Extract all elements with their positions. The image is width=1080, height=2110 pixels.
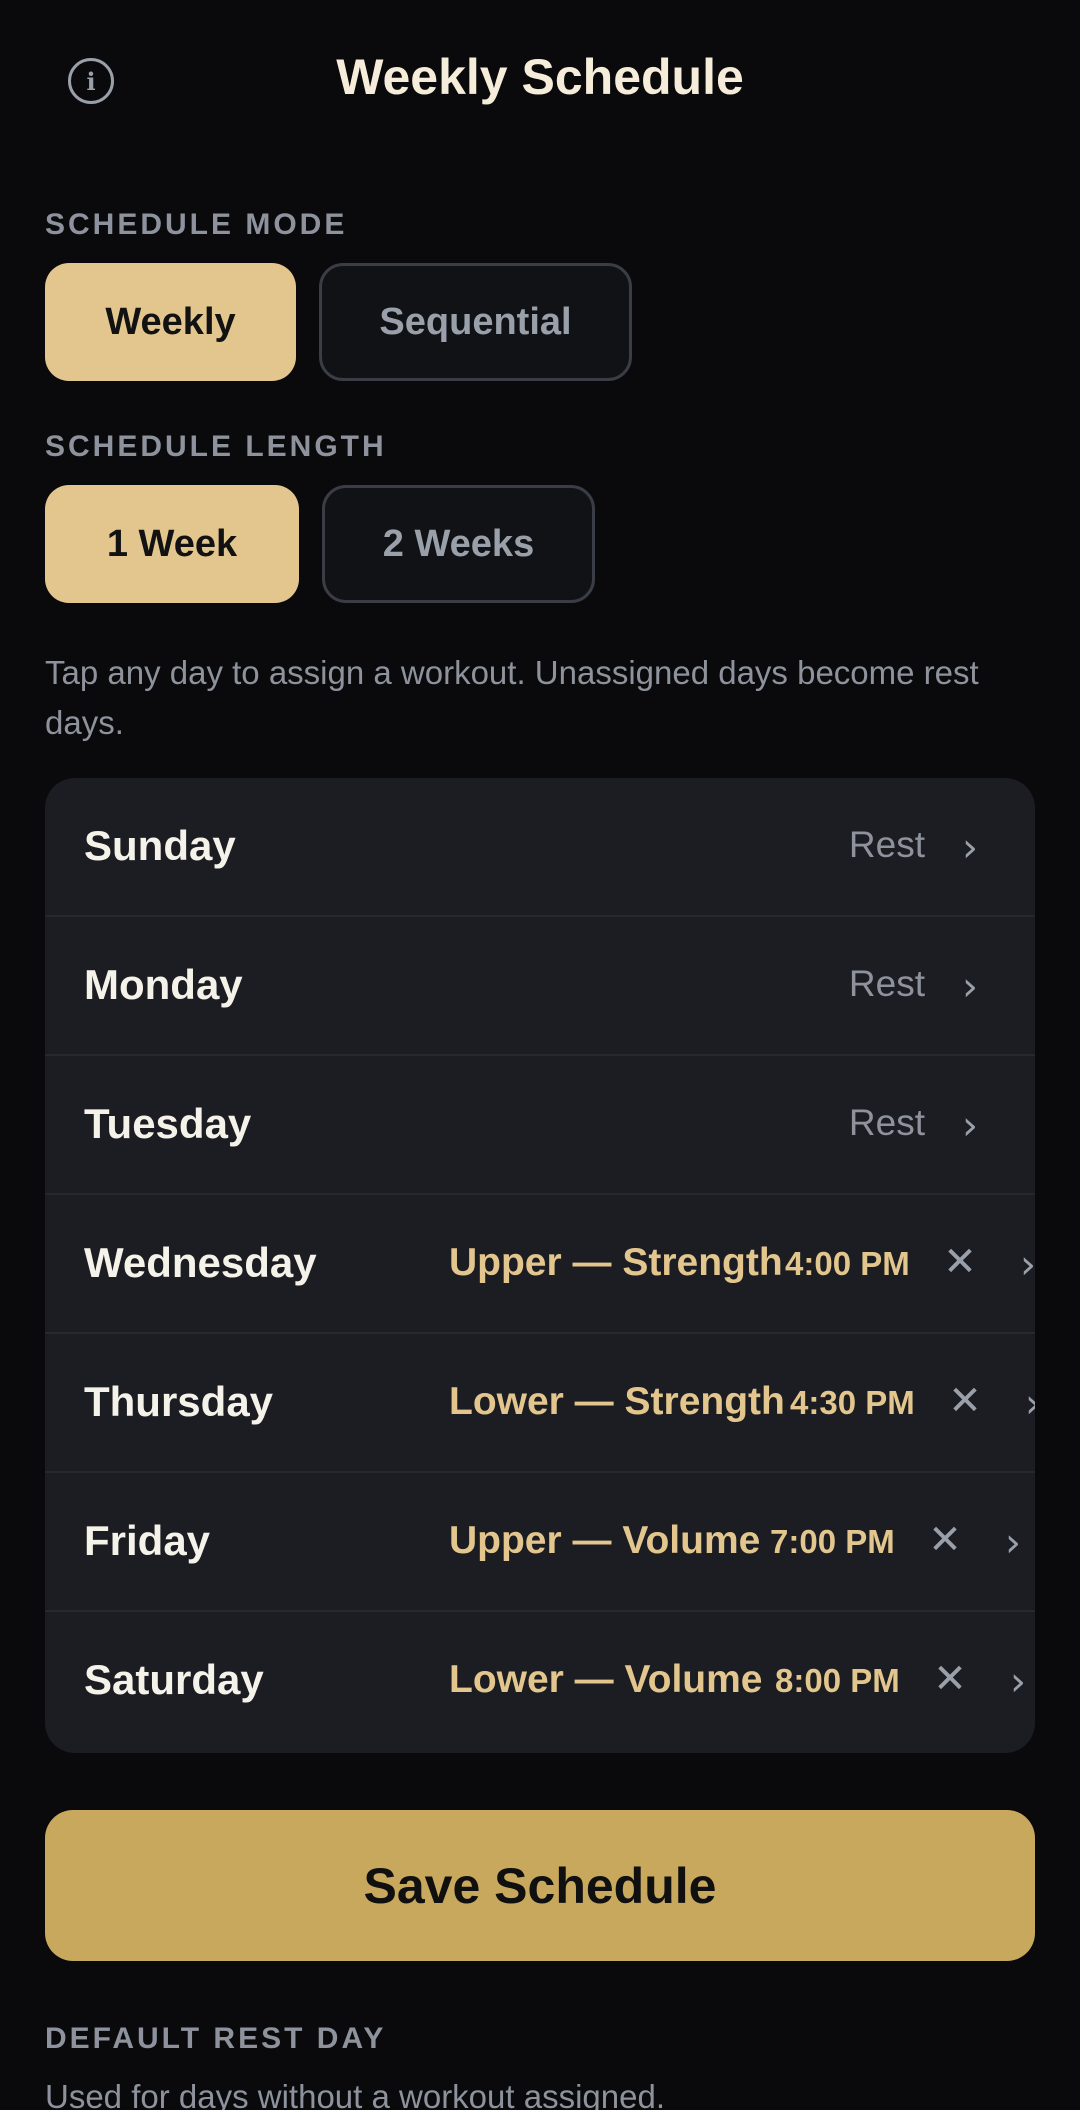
schedule-mode-label: SCHEDULE MODE — [45, 208, 348, 241]
chevron-right-icon: › — [1020, 1242, 1035, 1288]
page-title: Weekly Schedule — [336, 49, 744, 105]
workout-name: Lower — Volume — [449, 1658, 763, 1701]
rest-status: Rest — [848, 1102, 925, 1143]
chevron-right-icon: › — [962, 964, 978, 1010]
schedule-length-label: SCHEDULE LENGTH — [45, 430, 387, 463]
day-row-sunday[interactable]: Sunday Rest › — [45, 778, 1035, 917]
chevron-right-icon: › — [962, 825, 978, 871]
day-name: Wednesday — [84, 1239, 317, 1286]
day-name: Tuesday — [84, 1100, 252, 1147]
chevron-right-icon: › — [1025, 1384, 1035, 1424]
header: i Weekly Schedule — [0, 0, 1080, 160]
day-row-wednesday[interactable]: Wednesday Upper — Strength 4:00 PM ✕ › — [45, 1195, 1035, 1334]
length-1-week-button[interactable]: 1 Week — [45, 485, 299, 603]
rest-status: Rest — [848, 824, 925, 865]
workout-time: 4:30 PM — [790, 1384, 915, 1421]
day-list: Sunday Rest › Monday Rest › Tuesday Rest… — [45, 778, 1035, 1753]
chevron-right-icon: › — [1010, 1659, 1026, 1705]
workout-name: Upper — Strength — [449, 1241, 783, 1284]
workout-name: Upper — Volume — [449, 1519, 761, 1562]
day-name: Thursday — [84, 1378, 274, 1425]
rest-status: Rest — [848, 963, 925, 1004]
workout-time: 7:00 PM — [770, 1523, 895, 1560]
mode-sequential-button[interactable]: Sequential — [319, 263, 632, 381]
day-row-tuesday[interactable]: Tuesday Rest › — [45, 1056, 1035, 1195]
clear-workout-icon[interactable]: ✕ — [937, 1239, 983, 1285]
chevron-right-icon: › — [1005, 1520, 1021, 1566]
day-name: Sunday — [84, 822, 236, 869]
default-rest-day-label: DEFAULT REST DAY — [45, 2022, 387, 2055]
day-name: Monday — [84, 961, 243, 1008]
workout-time: 4:00 PM — [785, 1245, 910, 1282]
help-text: Tap any day to assign a workout. Unassig… — [45, 654, 979, 741]
clear-workout-icon[interactable]: ✕ — [927, 1656, 973, 1702]
mode-weekly-button[interactable]: Weekly — [45, 263, 296, 381]
workout-time: 8:00 PM — [775, 1662, 900, 1699]
chevron-right-icon: › — [962, 1103, 978, 1149]
day-name: Friday — [84, 1517, 211, 1564]
weekly-schedule-screen: i Weekly Schedule SCHEDULE MODE Weekly S… — [0, 0, 1080, 2110]
save-schedule-button[interactable]: Save Schedule — [45, 1810, 1035, 1961]
day-row-saturday[interactable]: Saturday Lower — Volume 8:00 PM ✕ › — [45, 1612, 1035, 1751]
day-row-friday[interactable]: Friday Upper — Volume 7:00 PM ✕ › — [45, 1473, 1035, 1612]
day-row-thursday[interactable]: Thursday Lower — Strength 4:30 PM ✕ › — [45, 1334, 1035, 1473]
clear-workout-icon[interactable]: ✕ — [942, 1378, 988, 1424]
default-rest-day-subtext: Used for days without a workout assigned… — [45, 2078, 665, 2110]
day-row-monday[interactable]: Monday Rest › — [45, 917, 1035, 1056]
day-name: Saturday — [84, 1656, 264, 1703]
clear-workout-icon[interactable]: ✕ — [922, 1517, 968, 1563]
workout-name: Lower — Strength — [449, 1380, 785, 1423]
length-2-weeks-button[interactable]: 2 Weeks — [322, 485, 595, 603]
